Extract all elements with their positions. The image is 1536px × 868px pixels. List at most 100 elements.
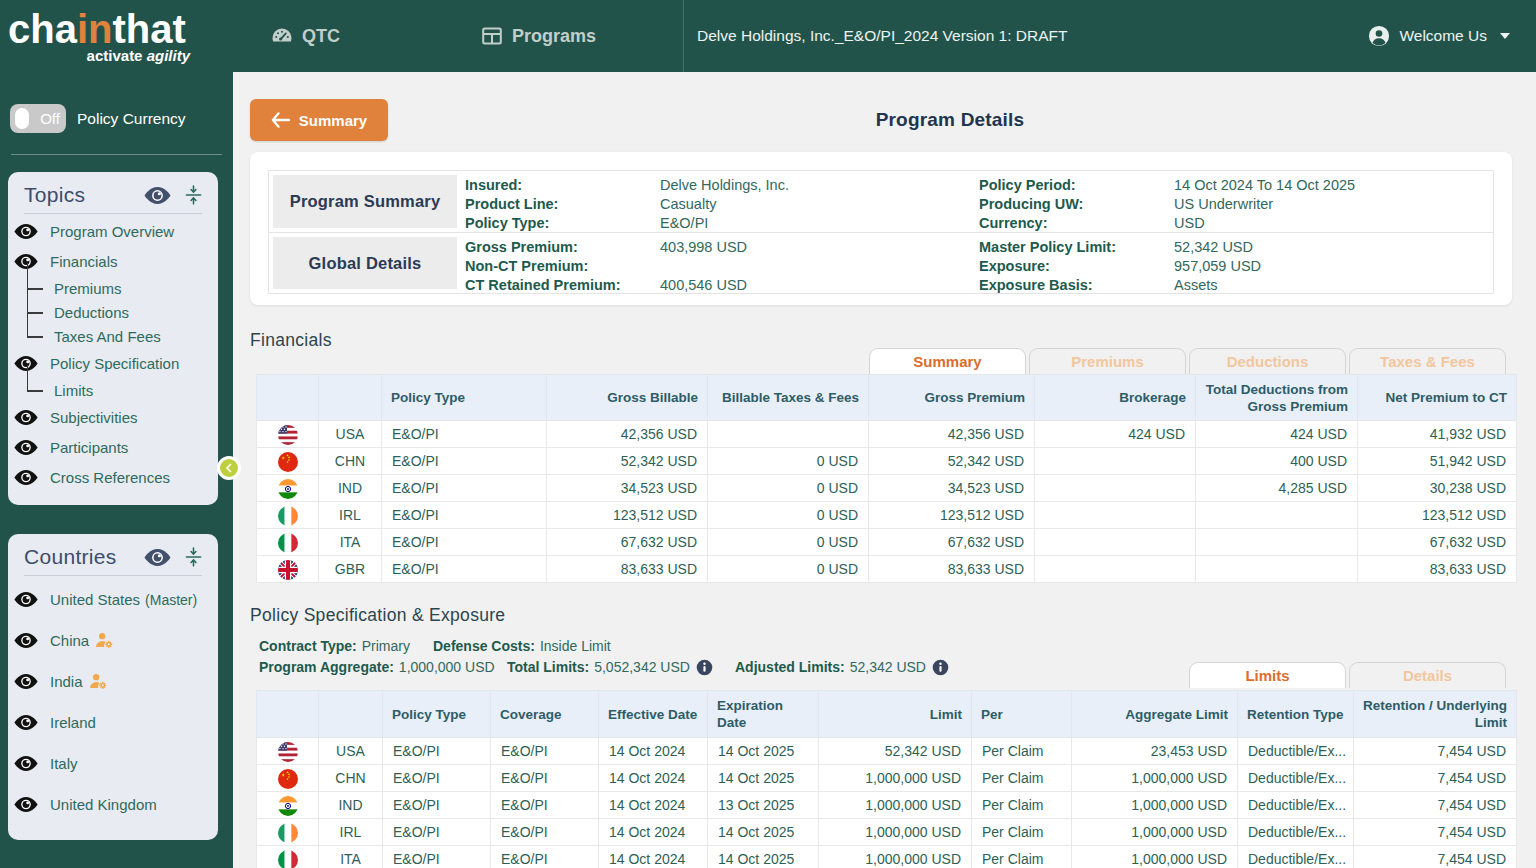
country-item[interactable]: China: [14, 620, 212, 661]
eye-icon[interactable]: [144, 548, 171, 567]
table-row[interactable]: IRLE&O/PI123,512 USD0 USD123,512 USD123,…: [257, 502, 1517, 529]
eye-icon[interactable]: [14, 223, 38, 240]
column-header[interactable]: Limit: [819, 691, 972, 738]
column-header[interactable]: Effective Date: [599, 691, 708, 738]
eye-icon[interactable]: [14, 673, 38, 690]
topic-subitem[interactable]: Taxes And Fees: [14, 324, 212, 348]
table-cell: 123,512 USD: [869, 502, 1035, 529]
nav-qtc[interactable]: QTC: [270, 24, 340, 48]
tab-deductions[interactable]: Deductions: [1189, 348, 1346, 374]
country-item[interactable]: United Kingdom: [14, 784, 212, 825]
column-header[interactable]: Billable Taxes & Fees: [708, 375, 869, 421]
table-cell: 14 Oct 2024: [599, 792, 708, 819]
country-item[interactable]: United States(Master): [14, 579, 212, 620]
table-row[interactable]: CHNE&O/PIE&O/PI14 Oct 202414 Oct 20251,0…: [257, 765, 1517, 792]
column-header[interactable]: [319, 375, 382, 421]
country-item[interactable]: India: [14, 661, 212, 702]
table-cell: 34,523 USD: [547, 475, 708, 502]
table-row[interactable]: ITAE&O/PIE&O/PI14 Oct 202414 Oct 20251,0…: [257, 846, 1517, 868]
topic-subitem[interactable]: Deductions: [14, 300, 212, 324]
topic-item[interactable]: Participants: [14, 432, 212, 462]
tab-details[interactable]: Details: [1349, 662, 1506, 688]
info-icon[interactable]: [932, 659, 949, 676]
table-cell: CHN: [319, 448, 382, 475]
topic-item[interactable]: Program Overview: [14, 216, 212, 246]
field-label: Insured:: [465, 176, 660, 195]
table-cell: E&O/PI: [491, 738, 599, 765]
eye-icon[interactable]: [14, 591, 38, 608]
table-cell: Deductible/Ex...: [1238, 738, 1354, 765]
topic-subitem[interactable]: Premiums: [14, 276, 212, 300]
back-to-summary-button[interactable]: Summary: [250, 99, 388, 141]
column-header[interactable]: Gross Premium: [869, 375, 1035, 421]
eye-icon[interactable]: [14, 409, 38, 426]
column-header[interactable]: Policy Type: [382, 375, 547, 421]
column-header[interactable]: Brokerage: [1035, 375, 1196, 421]
column-header[interactable]: Per: [972, 691, 1072, 738]
column-header[interactable]: Net Premium to CT: [1358, 375, 1517, 421]
column-header[interactable]: [319, 691, 383, 738]
column-header[interactable]: [257, 375, 319, 421]
table-cell: 4,285 USD: [1196, 475, 1358, 502]
table-row[interactable]: INDE&O/PI34,523 USD0 USD34,523 USD4,285 …: [257, 475, 1517, 502]
table-row[interactable]: USAE&O/PI42,356 USD42,356 USD424 USD424 …: [257, 421, 1517, 448]
field-value: US Underwriter: [1174, 195, 1273, 214]
policy-currency-toggle[interactable]: Off: [10, 104, 66, 133]
sidebar: Off Policy Currency Topics Program Overv…: [0, 72, 233, 868]
table-header-row: Policy TypeGross BillableBillable Taxes …: [257, 375, 1517, 421]
tab-label: Taxes & Fees: [1380, 353, 1475, 370]
tab-summary[interactable]: Summary: [869, 348, 1026, 374]
tree-connector: [27, 287, 29, 312]
topic-subitem[interactable]: Limits: [14, 378, 212, 402]
table-cell: E&O/PI: [382, 448, 547, 475]
eye-icon[interactable]: [14, 796, 38, 813]
collapse-vertical-icon[interactable]: [185, 547, 202, 567]
brand-logo[interactable]: chainthat activate agility: [0, 9, 233, 64]
topic-item[interactable]: Subjectivities: [14, 402, 212, 432]
nav-programs[interactable]: Programs: [480, 24, 596, 48]
tab-taxes-fees[interactable]: Taxes & Fees: [1349, 348, 1506, 374]
topic-item[interactable]: Policy Specification: [14, 348, 212, 378]
table-row[interactable]: INDE&O/PIE&O/PI14 Oct 202413 Oct 20251,0…: [257, 792, 1517, 819]
table-cell: [1196, 529, 1358, 556]
flag-cn-icon: [257, 765, 319, 792]
column-header[interactable]: Policy Type: [383, 691, 491, 738]
column-header[interactable]: Expiration Date: [708, 691, 819, 738]
table-cell: 1,000,000 USD: [819, 846, 972, 868]
user-menu[interactable]: Welcome Us: [1368, 25, 1510, 47]
column-header[interactable]: Aggregate Limit: [1072, 691, 1238, 738]
column-header[interactable]: Retention / Underlying Limit: [1354, 691, 1517, 738]
table-row[interactable]: ITAE&O/PI67,632 USD0 USD67,632 USD67,632…: [257, 529, 1517, 556]
table-cell: USA: [319, 421, 382, 448]
topic-item[interactable]: Financials: [14, 246, 212, 276]
column-header[interactable]: [257, 691, 319, 738]
country-label: Italy: [50, 755, 78, 772]
program-field: Policy Type: E&O/PI: [465, 214, 979, 233]
tab-premiums[interactable]: Premiums: [1029, 348, 1186, 374]
tree-connector: [27, 336, 43, 338]
table-row[interactable]: USAE&O/PIE&O/PI14 Oct 202414 Oct 202552,…: [257, 738, 1517, 765]
table-row[interactable]: IRLE&O/PIE&O/PI14 Oct 202414 Oct 20251,0…: [257, 819, 1517, 846]
table-row[interactable]: CHNE&O/PI52,342 USD0 USD52,342 USD400 US…: [257, 448, 1517, 475]
tree-connector: [27, 263, 29, 288]
column-header[interactable]: Coverage: [491, 691, 599, 738]
table-cell: E&O/PI: [383, 738, 491, 765]
country-item[interactable]: Italy: [14, 743, 212, 784]
info-icon[interactable]: [696, 659, 713, 676]
column-header[interactable]: Gross Billable: [547, 375, 708, 421]
sidebar-collapse-button[interactable]: [217, 456, 241, 480]
column-header[interactable]: Total Deductions from Gross Premium: [1196, 375, 1358, 421]
eye-icon[interactable]: [14, 632, 38, 649]
program-field: Exposure Basis: Assets: [979, 276, 1493, 295]
collapse-vertical-icon[interactable]: [185, 185, 202, 205]
eye-icon[interactable]: [14, 714, 38, 731]
eye-icon[interactable]: [144, 186, 171, 205]
topic-item[interactable]: Cross References: [14, 462, 212, 492]
table-row[interactable]: GBRE&O/PI83,633 USD0 USD83,633 USD83,633…: [257, 556, 1517, 583]
eye-icon[interactable]: [14, 469, 38, 486]
country-item[interactable]: Ireland: [14, 702, 212, 743]
eye-icon[interactable]: [14, 439, 38, 456]
column-header[interactable]: Retention Type: [1238, 691, 1354, 738]
tab-limits[interactable]: Limits: [1189, 662, 1346, 688]
eye-icon[interactable]: [14, 755, 38, 772]
